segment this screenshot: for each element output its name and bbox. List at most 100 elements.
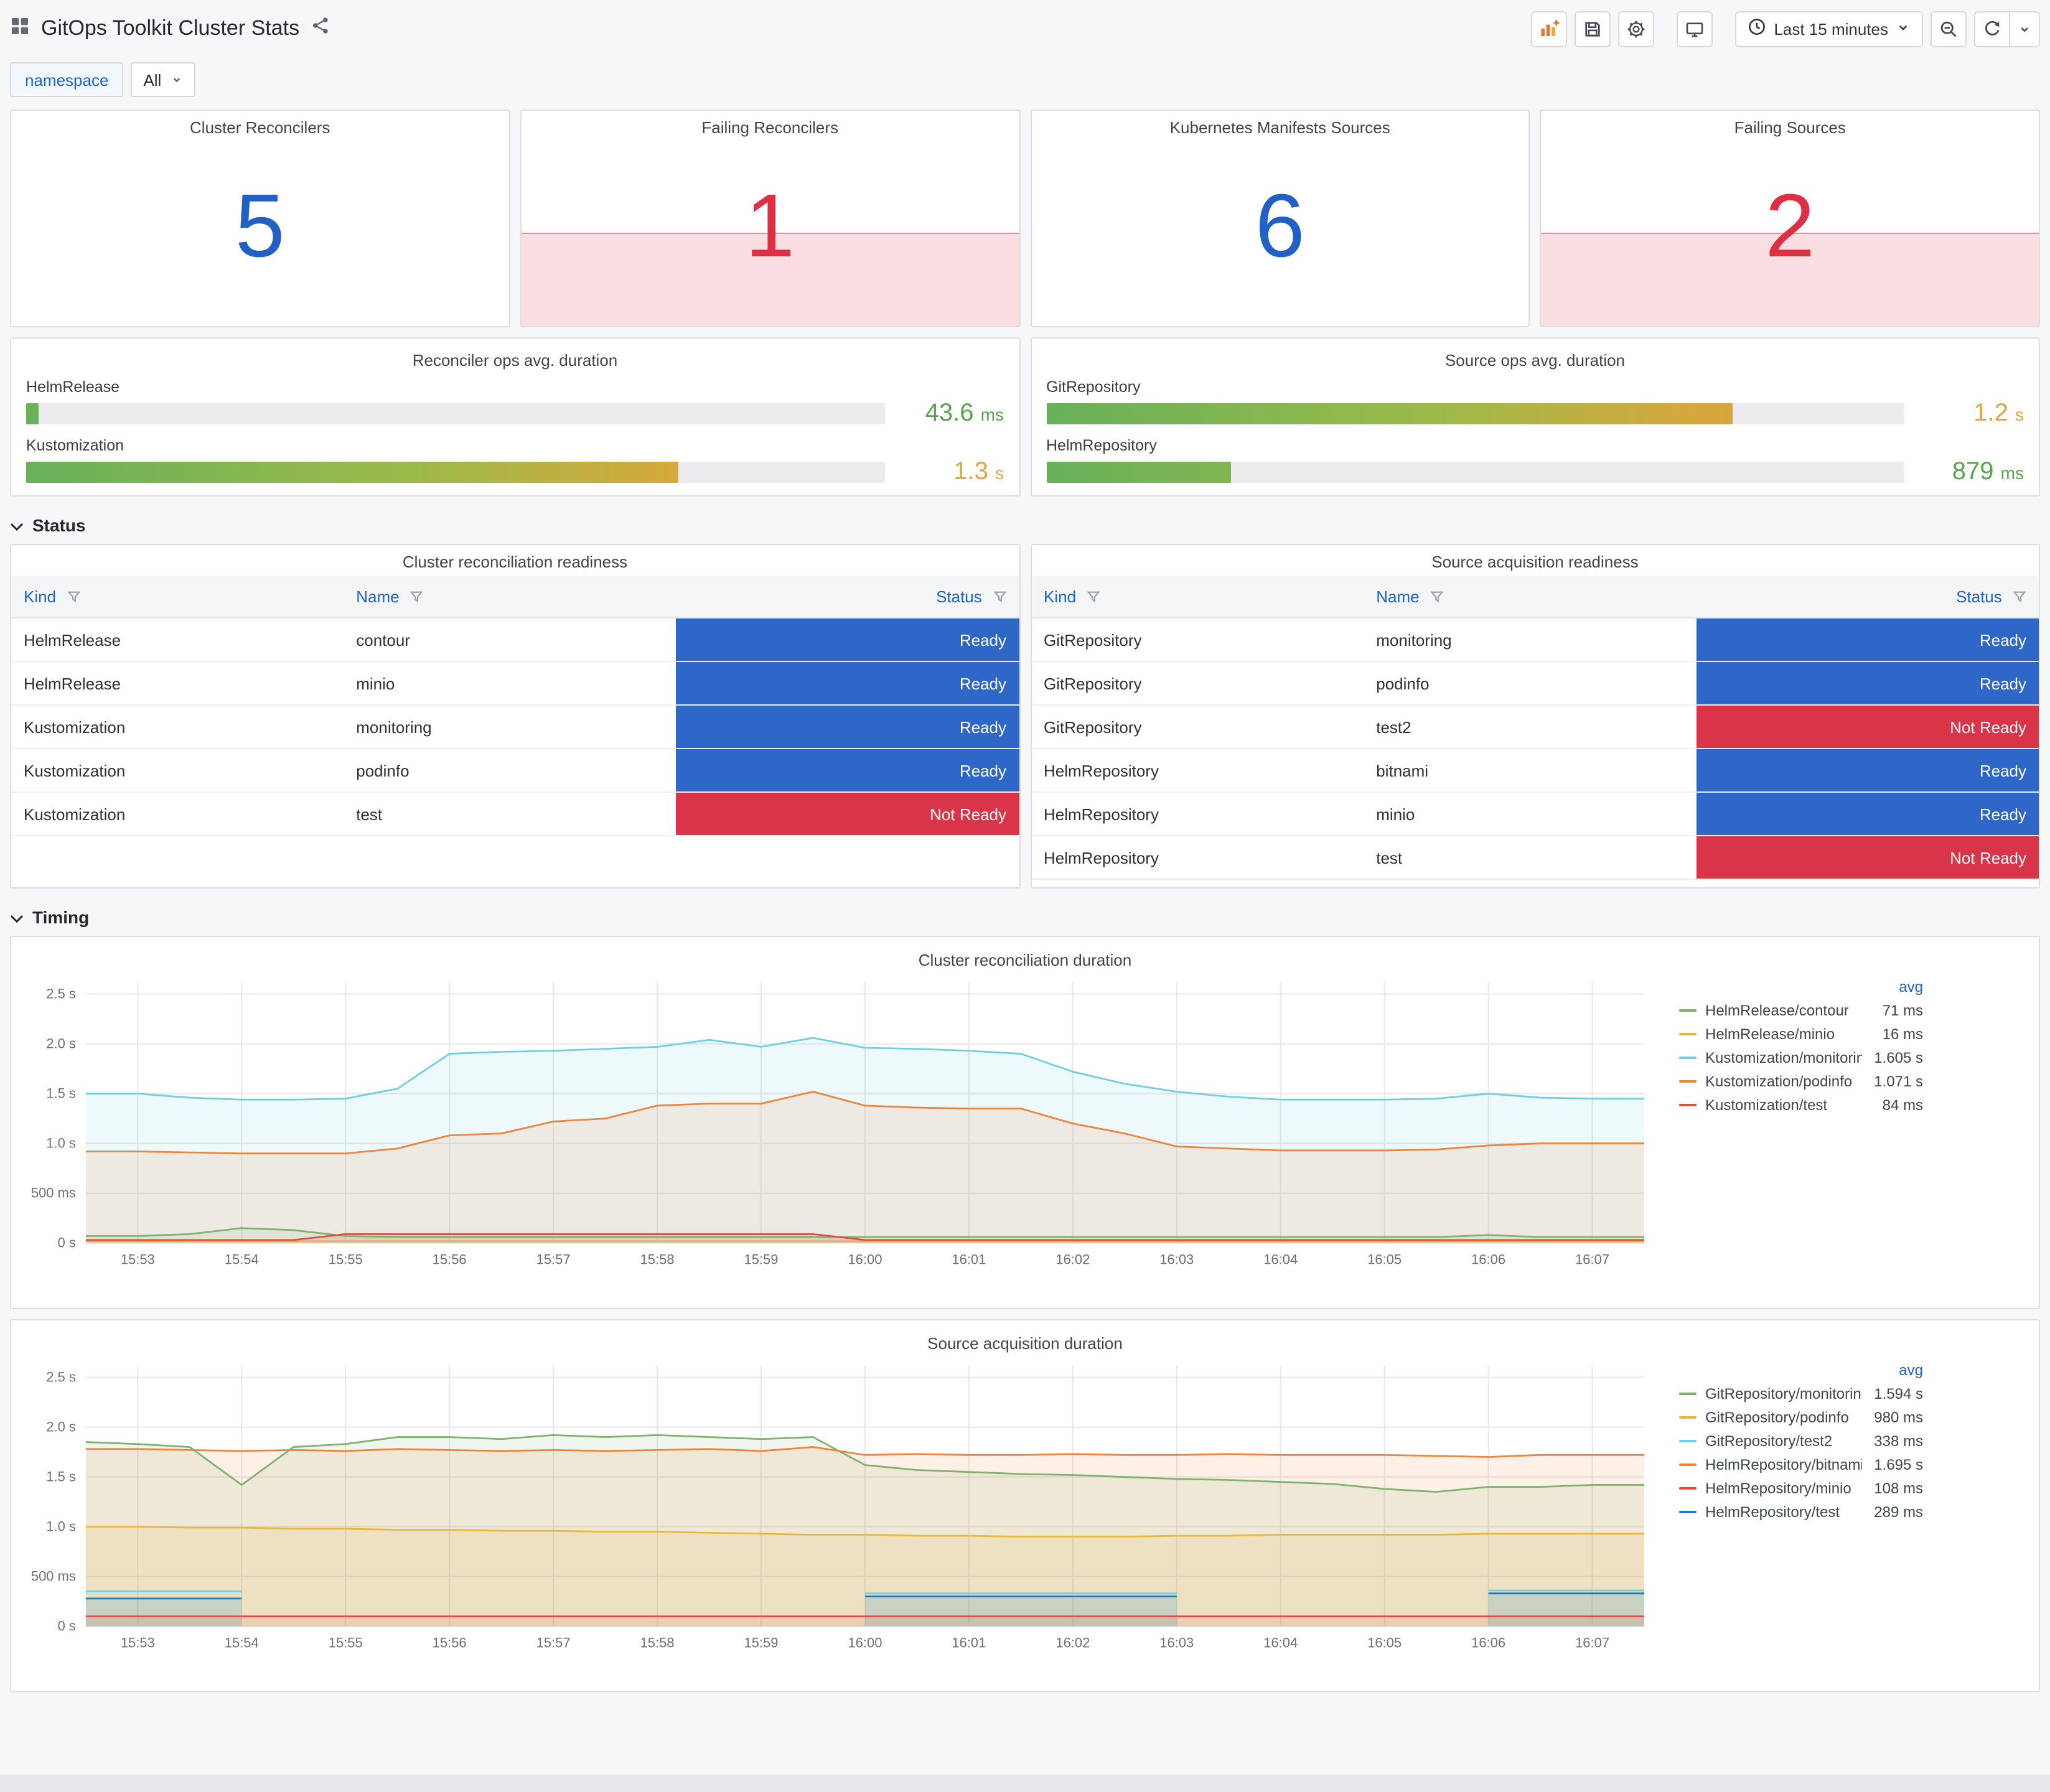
legend-series-name[interactable]: Kustomization/podinfo (1705, 1072, 1852, 1090)
svg-text:15:59: 15:59 (744, 1252, 779, 1267)
column-header-name[interactable]: Name (1364, 576, 1697, 618)
svg-text:16:05: 16:05 (1367, 1635, 1402, 1651)
dashboard-settings-button[interactable] (1618, 11, 1655, 47)
legend-series-name[interactable]: HelmRelease/contour (1705, 1001, 1849, 1019)
gauge-value: 1.2 s (1973, 399, 2024, 427)
cell-kind: HelmRelease (11, 661, 344, 706)
legend-item: Kustomization/podinfo 1.071 s (1679, 1069, 1923, 1093)
column-header-status[interactable]: Status (676, 576, 1019, 618)
cell-kind: HelmRepository (1031, 792, 1364, 836)
svg-text:16:00: 16:00 (848, 1252, 882, 1267)
legend-series-name[interactable]: HelmRepository/bitnami (1705, 1455, 1861, 1473)
stat-panel: Kubernetes Manifests Sources 6 (1030, 110, 1530, 327)
legend-series-name[interactable]: GitRepository/podinfo (1705, 1408, 1849, 1426)
panel-title[interactable]: Failing Reconcilers (522, 111, 1019, 137)
legend-item: HelmRepository/minio 108 ms (1679, 1476, 1923, 1500)
legend-series-avg: 1.695 s (1874, 1455, 1923, 1473)
panel-title[interactable]: Cluster reconciliation duration (21, 943, 2029, 969)
table-row: Kustomization test Not Ready (11, 792, 1019, 836)
panel-title[interactable]: Source acquisition readiness (1031, 545, 2039, 571)
zoom-out-button[interactable] (1931, 11, 1967, 47)
filter-icon[interactable] (2013, 590, 2026, 604)
column-header-name[interactable]: Name (344, 576, 676, 618)
panel-title[interactable]: Source ops avg. duration (1046, 343, 2024, 370)
legend-series-avg: 338 ms (1874, 1432, 1923, 1449)
table-row: HelmRelease minio Ready (11, 661, 1019, 706)
legend-item: GitRepository/test2 338 ms (1679, 1429, 1923, 1452)
section-header-timing[interactable]: Timing (10, 898, 2040, 936)
time-series-plot[interactable]: 0 s 500 ms 1.0 s 1.5 s 2.0 s 2.5 s 15:53 15:54 1… (21, 1353, 1662, 1666)
filter-icon[interactable] (67, 590, 80, 604)
cell-status: Ready (676, 661, 1019, 706)
cell-name: monitoring (344, 705, 676, 749)
panel-title[interactable]: Failing Sources (1542, 111, 2039, 137)
stat-panel: Failing Reconcilers 1 (520, 110, 1020, 327)
legend-series-name[interactable]: Kustomization/monitoring (1705, 1048, 1861, 1066)
gauge-value: 43.6 ms (925, 399, 1004, 427)
legend-item: HelmRelease/minio 16 ms (1679, 1022, 1923, 1045)
share-dashboard-button[interactable] (311, 16, 329, 41)
cell-status: Ready (676, 618, 1019, 662)
cell-status: Ready (1696, 618, 2039, 662)
svg-text:15:54: 15:54 (225, 1635, 259, 1651)
svg-text:15:58: 15:58 (640, 1252, 675, 1267)
panel-title[interactable]: Reconciler ops avg. duration (26, 343, 1004, 370)
save-dashboard-button[interactable] (1575, 11, 1611, 47)
legend-marker (1679, 1486, 1697, 1489)
section-title: Status (32, 515, 86, 535)
gauge-bar (26, 403, 39, 424)
chevron-down-icon (10, 515, 24, 535)
legend-avg-header[interactable]: avg (1886, 1361, 1923, 1378)
panel-title[interactable]: Source acquisition duration (21, 1327, 2029, 1353)
legend-series-name[interactable]: Kustomization/test (1705, 1096, 1827, 1113)
tables-row: Cluster reconciliation readiness Kind Nam… (10, 544, 2040, 889)
svg-text:16:03: 16:03 (1159, 1252, 1194, 1267)
legend-series-avg: 1.071 s (1874, 1072, 1923, 1090)
legend-marker (1679, 1416, 1697, 1418)
column-header-status[interactable]: Status (1696, 576, 2039, 618)
filter-icon[interactable] (1087, 590, 1100, 604)
svg-text:15:54: 15:54 (225, 1252, 259, 1267)
refresh-button[interactable] (1974, 11, 2010, 47)
series-areas (85, 1038, 1645, 1243)
svg-text:15:57: 15:57 (536, 1252, 571, 1267)
svg-text:1.0 s: 1.0 s (46, 1519, 76, 1534)
legend-marker (1679, 1463, 1697, 1465)
refresh-interval-button[interactable] (2010, 11, 2040, 47)
filter-icon[interactable] (1430, 590, 1444, 604)
panel-title[interactable]: Kubernetes Manifests Sources (1031, 111, 1529, 137)
legend-series-name[interactable]: GitRepository/test2 (1705, 1432, 1832, 1449)
legend-avg-header[interactable]: avg (1886, 978, 1923, 995)
stats-row: Cluster Reconcilers 5 Failing Reconcilers 1… (10, 110, 2040, 327)
svg-text:16:04: 16:04 (1263, 1635, 1298, 1651)
gauge-bar (1046, 403, 1733, 424)
legend-series-name[interactable]: HelmRepository/minio (1705, 1479, 1851, 1496)
caret-down-icon (1896, 19, 1911, 38)
svg-text:16:02: 16:02 (1055, 1252, 1090, 1267)
panel-title[interactable]: Cluster reconciliation readiness (11, 545, 1019, 571)
cell-name: test2 (1364, 705, 1697, 749)
legend-series-name[interactable]: HelmRepository/test (1705, 1503, 1840, 1520)
filter-icon[interactable] (993, 590, 1006, 604)
time-series-plot[interactable]: 0 s 500 ms 1.0 s 1.5 s 2.0 s 2.5 s 15:53 15:54 1… (21, 969, 1662, 1283)
legend-series-name[interactable]: GitRepository/monitoring (1705, 1384, 1861, 1402)
column-header-kind[interactable]: Kind (1031, 576, 1364, 618)
variable-value-dropdown[interactable]: All (131, 62, 195, 97)
gauge-track (1046, 403, 1904, 424)
gauge-row: Kustomization 1.3 s (26, 437, 1004, 487)
table-row: GitRepository monitoring Ready (1031, 618, 2039, 662)
legend-series-avg: 1.605 s (1874, 1048, 1923, 1066)
cycle-view-button[interactable] (1677, 11, 1713, 47)
chart-legend: avg HelmRelease/contour 71 ms HelmRelease/m… (1662, 969, 2029, 1116)
svg-text:1.0 s: 1.0 s (46, 1136, 76, 1151)
gauge-panel: Reconciler ops avg. duration HelmRelease 4… (10, 337, 1020, 497)
filter-icon[interactable] (410, 590, 424, 604)
legend-series-name[interactable]: HelmRelease/minio (1705, 1025, 1835, 1042)
section-header-status[interactable]: Status (10, 506, 2040, 544)
chart-content: 0 s 500 ms 1.0 s 1.5 s 2.0 s 2.5 s 15:53 15:54 1… (21, 969, 2029, 1283)
time-range-picker[interactable]: Last 15 minutes (1735, 11, 1923, 47)
panel-title[interactable]: Cluster Reconcilers (11, 111, 509, 137)
add-panel-button[interactable] (1531, 11, 1568, 47)
table-row: GitRepository test2 Not Ready (1031, 705, 2039, 749)
column-header-kind[interactable]: Kind (11, 576, 344, 618)
